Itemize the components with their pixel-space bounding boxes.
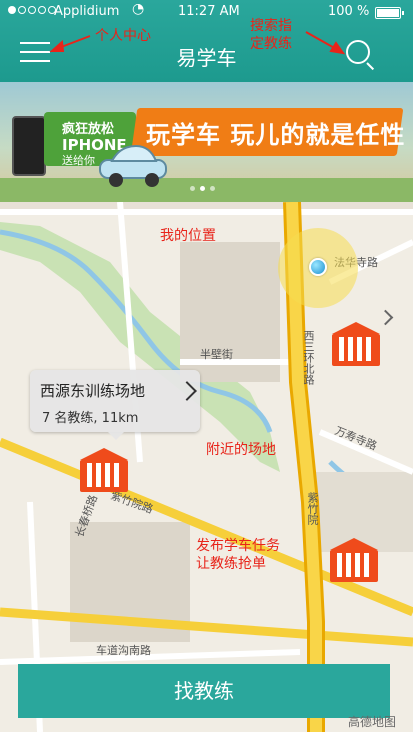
venue-marker[interactable] xyxy=(78,448,130,494)
banner-headline: 玩学车 玩儿的就是任性 xyxy=(146,121,406,149)
annotation-my-location: 我的位置 xyxy=(160,228,216,244)
promo-line3: 送给你 xyxy=(62,154,95,167)
promo-banner[interactable]: 疯狂放松 IPHONE 送给你 玩学车 玩儿的就是任性 xyxy=(0,82,413,202)
venue-popup[interactable]: 西源东训练场地 7 名教练, 11km xyxy=(30,370,200,440)
street-label-banbi: 半壁街 xyxy=(200,348,233,361)
annotation-search-line2: 定教练 xyxy=(250,36,292,52)
venue-popup-title: 西源东训练场地 xyxy=(40,382,146,400)
promo-line1: 疯狂放松 xyxy=(62,122,115,137)
street-label-xisanhuan: 西三环北路 xyxy=(302,330,315,385)
street-label-chedaogou: 车道沟南路 xyxy=(96,644,151,657)
annotation-search-line1: 搜索指 xyxy=(250,18,292,34)
annotation-post-task-line1: 发布学车任务 xyxy=(196,538,280,554)
annotation-nearby-venue: 附近的场地 xyxy=(206,442,276,458)
current-location-dot xyxy=(309,258,327,276)
phone-image xyxy=(12,116,46,176)
banner-pagination[interactable] xyxy=(190,186,215,191)
annotation-menu: 个人中心 xyxy=(95,28,151,44)
map-attribution: 高德地图 xyxy=(348,715,397,729)
street-label-zizhuyuan: 紫竹院 xyxy=(306,492,319,525)
find-coach-button[interactable]: 找教练 xyxy=(18,664,390,718)
chevron-right-icon[interactable] xyxy=(177,381,197,401)
venue-popup-subtitle: 7 名教练, 11km xyxy=(42,411,139,426)
annotation-post-task-line2: 让教练抢单 xyxy=(196,556,266,572)
venue-marker[interactable] xyxy=(330,322,382,368)
car-icon xyxy=(99,144,167,187)
venue-marker[interactable] xyxy=(328,538,380,584)
